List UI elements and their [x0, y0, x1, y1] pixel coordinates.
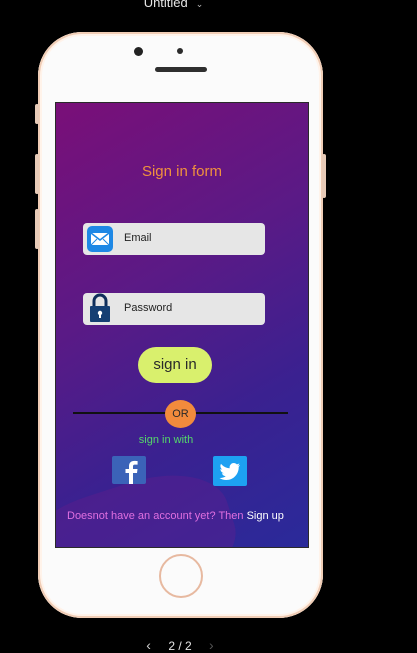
volume-down-button	[35, 209, 39, 249]
lock-icon	[90, 293, 110, 322]
proximity-sensor	[177, 48, 183, 54]
signup-prompt-text: Doesnot have an account yet? Then	[67, 510, 247, 522]
sign-in-button[interactable]: sign in	[138, 347, 212, 383]
sign-up-link[interactable]: Sign up	[247, 510, 284, 522]
form-title: Sign in form	[141, 163, 223, 180]
previous-page-icon[interactable]: ‹	[146, 637, 151, 653]
facebook-icon[interactable]	[112, 456, 146, 484]
twitter-icon[interactable]	[213, 456, 247, 486]
password-field[interactable]: Password	[83, 293, 265, 325]
sign-in-with-label: sign in with	[138, 434, 194, 446]
email-label: Email	[124, 232, 152, 244]
front-camera	[134, 47, 143, 56]
mute-switch	[35, 104, 39, 124]
pager: ‹ 2 / 2 ›	[0, 637, 360, 653]
document-title[interactable]: Untitled ⌄	[0, 0, 347, 12]
power-button	[322, 154, 326, 198]
or-badge: OR	[165, 400, 196, 428]
password-label: Password	[124, 302, 173, 314]
next-page-icon[interactable]: ›	[209, 637, 214, 653]
page-indicator: 2 / 2	[168, 639, 192, 653]
earpiece-speaker	[155, 67, 207, 72]
volume-up-button	[35, 154, 39, 194]
email-field[interactable]: Email	[83, 223, 265, 255]
home-button	[159, 554, 203, 598]
document-title-text: Untitled	[143, 0, 188, 10]
phone-screen: Sign in form Email Password sign in OR s…	[55, 102, 309, 548]
signup-prompt: Doesnot have an account yet? Then Sign u…	[67, 510, 284, 522]
chevron-down-icon[interactable]: ⌄	[196, 0, 204, 9]
mail-icon	[87, 226, 113, 252]
